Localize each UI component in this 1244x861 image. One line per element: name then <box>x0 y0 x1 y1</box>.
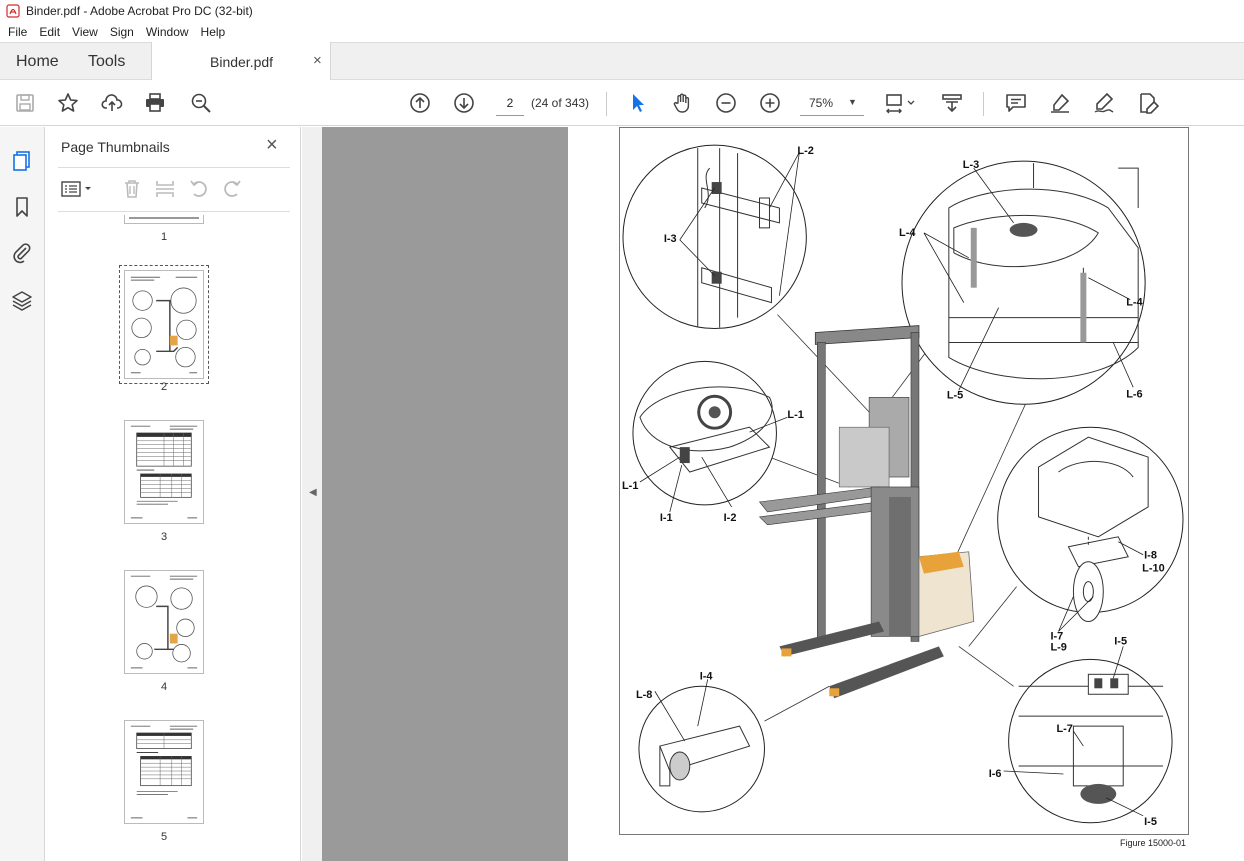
bookmark-icon[interactable] <box>10 195 34 219</box>
callout-l7: L-7 <box>1056 723 1072 735</box>
save-icon[interactable] <box>13 91 37 115</box>
star-icon[interactable] <box>56 91 80 115</box>
panel-divider <box>58 167 290 168</box>
extract-page-icon[interactable] <box>153 177 177 201</box>
panel-close-icon[interactable]: × <box>266 135 278 155</box>
tab-bar: Home Tools Binder.pdf × <box>0 42 1244 80</box>
sign-icon[interactable] <box>1092 91 1116 115</box>
tab-document[interactable]: Binder.pdf × <box>151 42 331 80</box>
callout-l3: L-3 <box>963 159 979 171</box>
menu-sign[interactable]: Sign <box>104 25 140 39</box>
layers-icon[interactable] <box>10 289 34 313</box>
delete-page-icon[interactable] <box>120 177 144 201</box>
zoom-value: 75% <box>809 96 834 110</box>
thumbnail-label: 5 <box>160 831 168 843</box>
callout-i8: I-8 <box>1144 550 1157 562</box>
pdf-page: L-2 I-3 L-3 L-4 L-4 L-5 L-6 L-1 L-1 I-1 … <box>619 127 1189 835</box>
tab-tools[interactable]: Tools <box>88 53 125 71</box>
thumbnail-preview <box>130 276 198 374</box>
callout-l2: L-2 <box>797 145 813 157</box>
figure-illustration: L-2 I-3 L-3 L-4 L-4 L-5 L-6 L-1 L-1 I-1 … <box>622 144 1184 828</box>
order-picker-truck <box>758 325 975 699</box>
menu-help[interactable]: Help <box>195 25 232 39</box>
tab-home[interactable]: Home <box>16 53 59 71</box>
rotate-cw-icon[interactable] <box>220 177 244 201</box>
attachment-icon[interactable] <box>10 241 34 265</box>
acrobat-app-icon <box>6 4 20 18</box>
thumbnail-page-5[interactable] <box>124 720 204 824</box>
page-count: (24 of 343) <box>531 96 590 110</box>
panel-collapse-handle[interactable]: ◀ <box>302 127 322 861</box>
thumbnail-page-2[interactable] <box>119 265 209 384</box>
thumbnail-label: 1 <box>160 231 168 243</box>
callout-l6: L-6 <box>1126 388 1142 400</box>
callout-l10: L-10 <box>1142 563 1165 575</box>
thumbnail-options-icon[interactable] <box>60 177 96 201</box>
callout-l9: L-9 <box>1050 641 1066 653</box>
menu-bar: File Edit View Sign Window Help <box>0 22 1244 42</box>
print-icon[interactable] <box>143 91 167 115</box>
toolbar-divider <box>983 92 984 116</box>
thumbnail-preview <box>130 575 198 669</box>
callout-l5: L-5 <box>947 389 963 401</box>
hand-icon[interactable] <box>670 91 694 115</box>
edit-pdf-icon[interactable] <box>1136 91 1160 115</box>
comment-icon[interactable] <box>1004 91 1028 115</box>
menu-file[interactable]: File <box>2 25 33 39</box>
callout-l4-right: L-4 <box>1126 297 1143 309</box>
callout-l4-top: L-4 <box>899 227 916 239</box>
figure-caption: Figure 15000-01 <box>1120 838 1187 848</box>
menu-edit[interactable]: Edit <box>33 25 66 39</box>
collapse-left-icon: ◀ <box>309 487 317 498</box>
callout-i4: I-4 <box>700 670 714 682</box>
select-arrow-icon[interactable] <box>626 91 650 115</box>
tab-document-label: Binder.pdf <box>210 54 274 70</box>
callout-i5-top: I-5 <box>1114 635 1127 647</box>
callout-l1-left: L-1 <box>622 480 638 492</box>
toolbar: (24 of 343) 75% ▼ <box>0 80 1244 126</box>
document-background <box>322 127 568 861</box>
zoom-select[interactable]: 75% ▼ <box>800 90 864 116</box>
callout-i2: I-2 <box>724 512 737 524</box>
callout-i1: I-1 <box>660 512 673 524</box>
window-title: Binder.pdf - Adobe Acrobat Pro DC (32-bi… <box>26 4 253 18</box>
chevron-down-icon: ▼ <box>848 97 857 107</box>
panel-title: Page Thumbnails <box>61 139 170 155</box>
find-zoom-icon[interactable] <box>189 91 213 115</box>
left-navigation-rail <box>0 127 45 861</box>
thumbnail-page-1[interactable] <box>124 215 204 224</box>
thumbnail-page-4[interactable] <box>124 570 204 674</box>
menu-view[interactable]: View <box>66 25 104 39</box>
page-thumbnails-panel: Page Thumbnails × 1 2 3 4 5 <box>46 127 341 861</box>
callout-i6: I-6 <box>989 768 1002 780</box>
thumbnail-preview <box>130 425 198 519</box>
fit-page-icon[interactable] <box>884 91 918 115</box>
page-thumbnails-icon[interactable] <box>10 149 34 173</box>
upload-icon[interactable] <box>100 91 124 115</box>
thumbnail-label: 3 <box>160 531 168 543</box>
callout-l8: L-8 <box>636 689 652 701</box>
panel-divider <box>58 211 290 212</box>
zoom-out-icon[interactable] <box>714 91 738 115</box>
thumbnail-label: 4 <box>160 681 168 693</box>
page-number-input[interactable] <box>496 90 524 116</box>
zoom-in-icon[interactable] <box>758 91 782 115</box>
toolbar-divider <box>606 92 607 116</box>
thumbnail-page-3[interactable] <box>124 420 204 524</box>
menu-window[interactable]: Window <box>140 25 195 39</box>
callout-l1-right: L-1 <box>787 409 803 421</box>
thumbnail-preview <box>130 725 198 819</box>
thumbnail-label: 2 <box>160 381 168 393</box>
scroll-mode-icon[interactable] <box>940 91 964 115</box>
next-page-icon[interactable] <box>452 91 476 115</box>
highlight-icon[interactable] <box>1048 91 1072 115</box>
callout-i5-bottom: I-5 <box>1144 816 1157 828</box>
prev-page-icon[interactable] <box>408 91 432 115</box>
window-titlebar: Binder.pdf - Adobe Acrobat Pro DC (32-bi… <box>0 0 1244 22</box>
thumbnail-list: 1 2 3 4 5 <box>46 215 301 861</box>
rotate-ccw-icon[interactable] <box>187 177 211 201</box>
callout-i3: I-3 <box>664 233 677 245</box>
document-view[interactable]: L-2 I-3 L-3 L-4 L-4 L-5 L-6 L-1 L-1 I-1 … <box>322 127 1244 861</box>
tab-close-icon[interactable]: × <box>313 52 322 69</box>
